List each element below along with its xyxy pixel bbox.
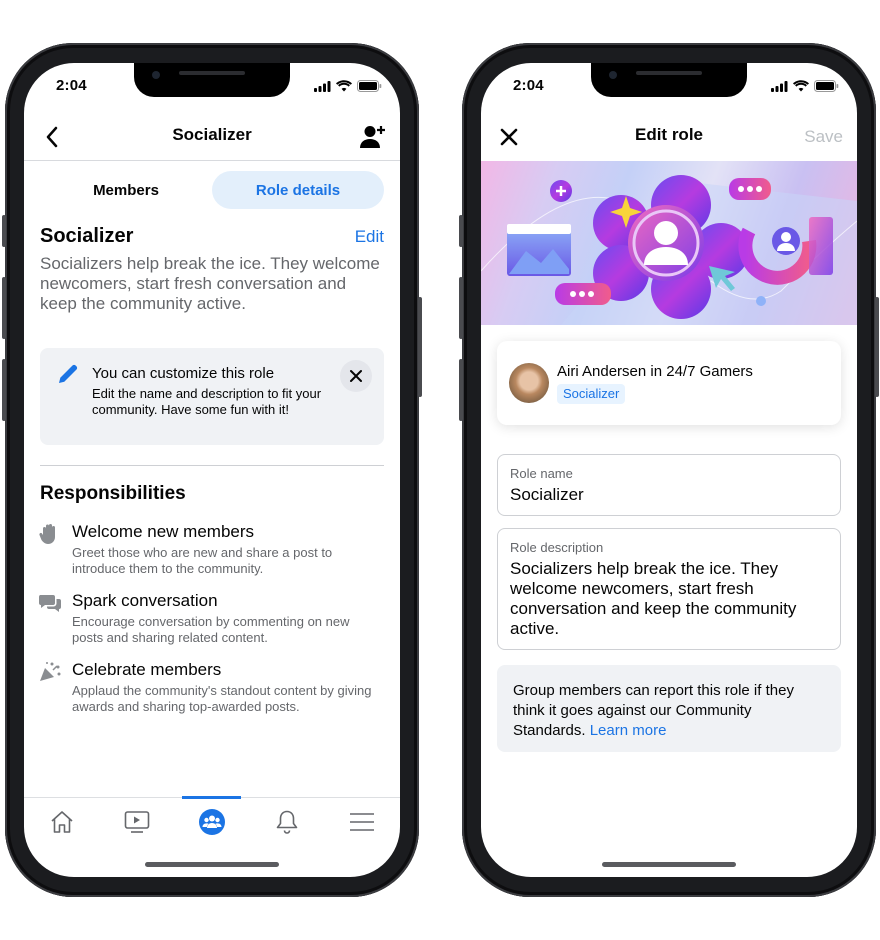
edit-button[interactable]: Edit bbox=[355, 227, 384, 247]
status-time: 2:04 bbox=[56, 77, 87, 94]
tab-video[interactable] bbox=[117, 804, 157, 840]
tip-title: You can customize this role bbox=[92, 365, 275, 382]
divider bbox=[40, 465, 384, 466]
active-tab-indicator bbox=[182, 796, 241, 799]
responsibility-name: Welcome new members bbox=[72, 522, 255, 541]
list-item: Spark conversation Encourage conversatio… bbox=[38, 590, 384, 646]
avatar bbox=[509, 363, 549, 403]
battery-icon bbox=[814, 80, 839, 92]
tab-menu[interactable] bbox=[342, 804, 382, 840]
signal-icon bbox=[314, 80, 331, 92]
responsibilities-title: Responsibilities bbox=[40, 483, 186, 504]
page-title: Edit role bbox=[634, 125, 703, 144]
party-popper-icon bbox=[40, 662, 61, 681]
screen-role-details: 2:04 Socializer Members Role details Soc… bbox=[24, 63, 400, 877]
side-button bbox=[459, 215, 463, 247]
member-name: Airi Andersen in 24/7 Gamers bbox=[557, 363, 753, 380]
add-member-button[interactable] bbox=[360, 123, 386, 151]
side-button bbox=[459, 359, 463, 421]
responsibility-description: Encourage conversation by commenting on … bbox=[72, 614, 350, 645]
role-description: Socializers help break the ice. They wel… bbox=[40, 254, 380, 313]
profile-card: Airi Andersen in 24/7 Gamers Socializer bbox=[497, 341, 841, 425]
tab-home[interactable] bbox=[42, 804, 82, 840]
tab-notifications[interactable] bbox=[267, 804, 307, 840]
screen-edit-role: 2:04 Edit role Save Airi Andersen in 24/… bbox=[481, 63, 857, 877]
phone-right: 2:04 Edit role Save Airi Andersen in 24/… bbox=[459, 43, 879, 897]
pencil-icon bbox=[56, 362, 80, 391]
home-indicator bbox=[602, 862, 736, 867]
home-icon bbox=[51, 811, 73, 833]
camera bbox=[152, 71, 160, 79]
list-item: Celebrate members Applaud the community'… bbox=[38, 659, 384, 715]
divider bbox=[24, 160, 400, 161]
page-title: Socializer bbox=[172, 125, 252, 144]
nav-bar: Socializer bbox=[24, 113, 400, 161]
speaker bbox=[179, 71, 245, 75]
chat-bubbles-icon bbox=[38, 595, 61, 612]
speaker bbox=[636, 71, 702, 75]
report-notice: Group members can report this role if th… bbox=[497, 665, 841, 752]
battery-icon bbox=[357, 80, 382, 92]
responsibility-name: Spark conversation bbox=[72, 591, 218, 610]
role-description-label: Role description bbox=[510, 540, 604, 555]
tabs: Members Role details bbox=[40, 171, 384, 209]
close-icon bbox=[350, 370, 362, 382]
wifi-icon bbox=[336, 80, 352, 92]
video-icon bbox=[124, 811, 150, 833]
role-name-label: Role name bbox=[510, 466, 573, 481]
notch bbox=[134, 63, 290, 97]
bottom-tab-bar bbox=[24, 796, 400, 847]
role-name-field[interactable]: Role name Socializer bbox=[497, 454, 841, 516]
waving-hand-icon bbox=[39, 524, 55, 544]
community-illustration bbox=[481, 175, 857, 325]
notch bbox=[591, 63, 747, 97]
camera bbox=[609, 71, 617, 79]
wifi-icon bbox=[793, 80, 809, 92]
tab-members[interactable]: Members bbox=[40, 171, 212, 209]
bell-icon bbox=[276, 810, 298, 834]
role-description-field[interactable]: Role description Socializers help break … bbox=[497, 528, 841, 650]
hero-illustration bbox=[481, 161, 857, 325]
status-icons bbox=[771, 80, 839, 92]
role-header: Socializer Edit Socializers help break t… bbox=[40, 225, 384, 314]
role-title: Socializer bbox=[40, 225, 134, 247]
signal-icon bbox=[771, 80, 788, 92]
tip-body: Edit the name and description to fit you… bbox=[92, 386, 322, 417]
side-button bbox=[2, 277, 6, 339]
list-item: Welcome new members Greet those who are … bbox=[38, 521, 384, 577]
learn-more-link[interactable]: Learn more bbox=[590, 722, 667, 739]
status-time: 2:04 bbox=[513, 77, 544, 94]
customize-tip: You can customize this role Edit the nam… bbox=[40, 348, 384, 445]
dismiss-tip-button[interactable] bbox=[340, 360, 372, 392]
responsibility-description: Greet those who are new and share a post… bbox=[72, 545, 333, 576]
role-name-input[interactable]: Socializer bbox=[510, 485, 828, 505]
responsibilities-list: Welcome new members Greet those who are … bbox=[38, 521, 384, 728]
save-button[interactable]: Save bbox=[804, 123, 843, 151]
side-button bbox=[459, 277, 463, 339]
nav-bar: Edit role Save bbox=[481, 113, 857, 161]
phone-left: 2:04 Socializer Members Role details Soc… bbox=[2, 43, 422, 897]
home-indicator bbox=[145, 862, 279, 867]
groups-icon bbox=[199, 809, 225, 835]
side-button bbox=[875, 297, 879, 397]
responsibility-name: Celebrate members bbox=[72, 660, 222, 679]
side-button bbox=[2, 215, 6, 247]
role-description-input[interactable]: Socializers help break the ice. They wel… bbox=[510, 559, 828, 639]
tab-role-details[interactable]: Role details bbox=[212, 171, 384, 209]
tab-groups[interactable] bbox=[192, 804, 232, 840]
add-person-icon bbox=[360, 126, 385, 148]
status-icons bbox=[314, 80, 382, 92]
menu-icon bbox=[350, 813, 374, 831]
responsibility-description: Applaud the community's standout content… bbox=[72, 683, 372, 714]
side-button bbox=[2, 359, 6, 421]
side-button bbox=[418, 297, 422, 397]
role-badge: Socializer bbox=[557, 384, 626, 404]
